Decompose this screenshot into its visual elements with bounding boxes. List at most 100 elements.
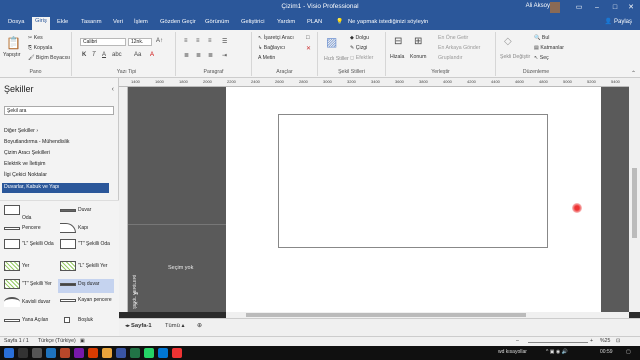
collapse-ribbon-icon[interactable]: ⌃ [631,70,636,77]
bold-icon[interactable]: K [82,52,86,58]
quick-styles-icon[interactable]: ▨ [326,35,337,49]
excel-icon[interactable] [130,348,140,358]
effects-button[interactable]: ◻ Efektler [350,55,373,61]
menu-data[interactable]: Veri [110,18,126,26]
taskbar-shortcuts[interactable]: wd kısayollar [498,349,527,355]
format-painter-button[interactable]: 🖌 Biçim Boyacısı [28,55,70,61]
language-indicator[interactable]: Türkçe (Türkiye) [38,338,76,344]
menu-design[interactable]: Tasarım [78,18,105,26]
shape-side-opening[interactable]: Yana Açılan [2,315,56,335]
fit-page-icon[interactable]: ⊡ [616,338,620,344]
align-right-icon[interactable]: ≣ [208,52,213,59]
paste-button[interactable]: Yapıştır [3,52,21,58]
stencil-item[interactable]: Elektrik ve İletişim [4,161,46,167]
drawing-page[interactable] [226,87,601,312]
menu-insert[interactable]: Ekle [54,18,71,26]
office-icon[interactable] [88,348,98,358]
zoom-plus-icon[interactable]: + [590,338,593,344]
add-page-icon[interactable]: ⊕ [197,323,202,329]
share-button[interactable]: 👤 Paylaş [605,18,632,25]
avatar[interactable] [550,2,560,13]
zoom-level[interactable]: %25 [600,338,610,344]
page-indicator[interactable]: Sayfa 1 / 1 [4,338,29,344]
shape-room[interactable]: Oda [2,205,56,225]
shape-l-space[interactable]: "L" Şekilli Yer [58,261,114,281]
strikethrough-icon[interactable]: abc [112,52,122,58]
shape-space[interactable]: Yer [2,261,56,281]
menu-home[interactable]: Giriş [32,17,50,30]
indent-icon[interactable]: ⇥ [222,52,227,59]
menu-process[interactable]: İşlem [131,18,151,26]
bullets-icon[interactable]: ☰ [222,38,227,45]
visio-icon[interactable] [116,348,126,358]
whatsapp-icon[interactable] [144,348,154,358]
shape-l-room[interactable]: "L" Şekilli Oda [2,239,56,259]
maximize-icon[interactable]: □ [608,2,622,14]
change-shape-button[interactable]: Şekli Değiştir [500,54,530,60]
shape-search-input[interactable]: Şekil ara [4,106,114,115]
drawn-rectangle[interactable] [278,114,548,248]
powerpoint-icon[interactable] [60,348,70,358]
menu-plan[interactable]: PLAN [304,18,325,26]
text-tool-button[interactable]: A Metin [258,55,275,61]
shape-exterior-wall[interactable]: Dış duvar [58,279,114,293]
stencil-item[interactable]: Çizim Aracı Şekilleri [4,150,50,156]
stencil-item-walls[interactable]: Duvarlar, Kabuk ve Yapı [2,183,109,193]
menu-help[interactable]: Yardım [274,18,298,26]
line-button[interactable]: ✎ Çizgi [350,45,367,51]
align-bottom-icon[interactable]: ≡ [208,38,212,44]
select-button[interactable]: ↖ Seç [534,55,549,61]
quick-styles-button[interactable]: Hızlı Stiller [324,56,349,62]
macro-icon[interactable]: ▣ [80,338,85,344]
underline-icon[interactable]: A [102,52,106,58]
word-icon[interactable] [46,348,56,358]
clock[interactable]: 00:59 [600,349,613,355]
pointer-tool-button[interactable]: ↖ İşaretçi Aracı [258,35,294,41]
fill-button[interactable]: ◆ Dolgu [350,35,369,41]
copy-button[interactable]: ⎘ Kopyala [28,45,52,52]
paste-icon[interactable]: 📋 [6,36,21,50]
find-button[interactable]: 🔍 Bul [534,35,549,41]
align-button[interactable]: Hizala [390,54,404,60]
align-center-icon[interactable]: ≣ [196,52,201,59]
pin-icon[interactable]: ⇆ [134,291,138,297]
minimize-icon[interactable]: – [590,2,604,14]
align-middle-icon[interactable]: ≡ [196,38,200,44]
tell-me-box[interactable]: Ne yapmak istediğinizi söyleyin [345,18,431,26]
italic-icon[interactable]: T [92,52,96,58]
grow-font-icon[interactable]: A↑ [156,38,163,44]
bring-front-button[interactable]: En Öne Getir [438,35,468,41]
start-icon[interactable] [4,348,14,358]
scroll-thumb[interactable] [632,168,637,238]
font-family-select[interactable]: Calibri [80,38,126,46]
font-case-icon[interactable]: Aa [134,52,141,58]
send-back-button[interactable]: En Arkaya Gönder [438,45,480,51]
menu-developer[interactable]: Geliştirici [238,18,268,26]
delete-icon[interactable]: ✕ [306,45,311,52]
user-name[interactable]: Ali Aksoy [526,3,550,9]
font-size-select[interactable]: 12nk. [128,38,152,46]
shape-curved-wall[interactable]: Kavisli duvar [2,297,56,317]
drawing-canvas[interactable]: ŞEKİL VERİLERİ Seçim yok ⇆ ✕ [128,87,629,312]
font-color-icon[interactable]: A [150,52,154,58]
prev-page-icon[interactable]: ◂▸ [125,323,130,329]
zoom-slider[interactable] [528,342,588,343]
folder-icon[interactable] [102,348,112,358]
layers-button[interactable]: ▤ Katmanlar [534,45,564,51]
onenote-icon[interactable] [74,348,84,358]
menu-file[interactable]: Dosya [5,18,27,26]
shape-wall[interactable]: Duvar [58,205,114,225]
position-icon[interactable]: ⊞ [414,36,422,47]
tab-all[interactable]: Tümü ▴ [165,323,184,329]
menu-review[interactable]: Gözden Geçir [157,18,199,26]
stencil-more-shapes[interactable]: Diğer Şekiller › [4,128,38,134]
zoom-minus-icon[interactable]: – [516,338,519,344]
tab-page-1[interactable]: Sayfa-1 [131,323,152,329]
tray-icons[interactable]: ^ ▣ ◉ 🔊 [546,349,568,355]
stencil-item[interactable]: İlgi Çekici Noktalar [4,172,47,178]
shapes-icon[interactable]: □ [306,35,310,41]
close-window-icon[interactable]: ✕ [134,301,138,307]
menu-view[interactable]: Görünüm [202,18,232,26]
align-top-icon[interactable]: ≡ [184,38,188,44]
collapse-pane-icon[interactable]: ‹ [112,86,114,93]
